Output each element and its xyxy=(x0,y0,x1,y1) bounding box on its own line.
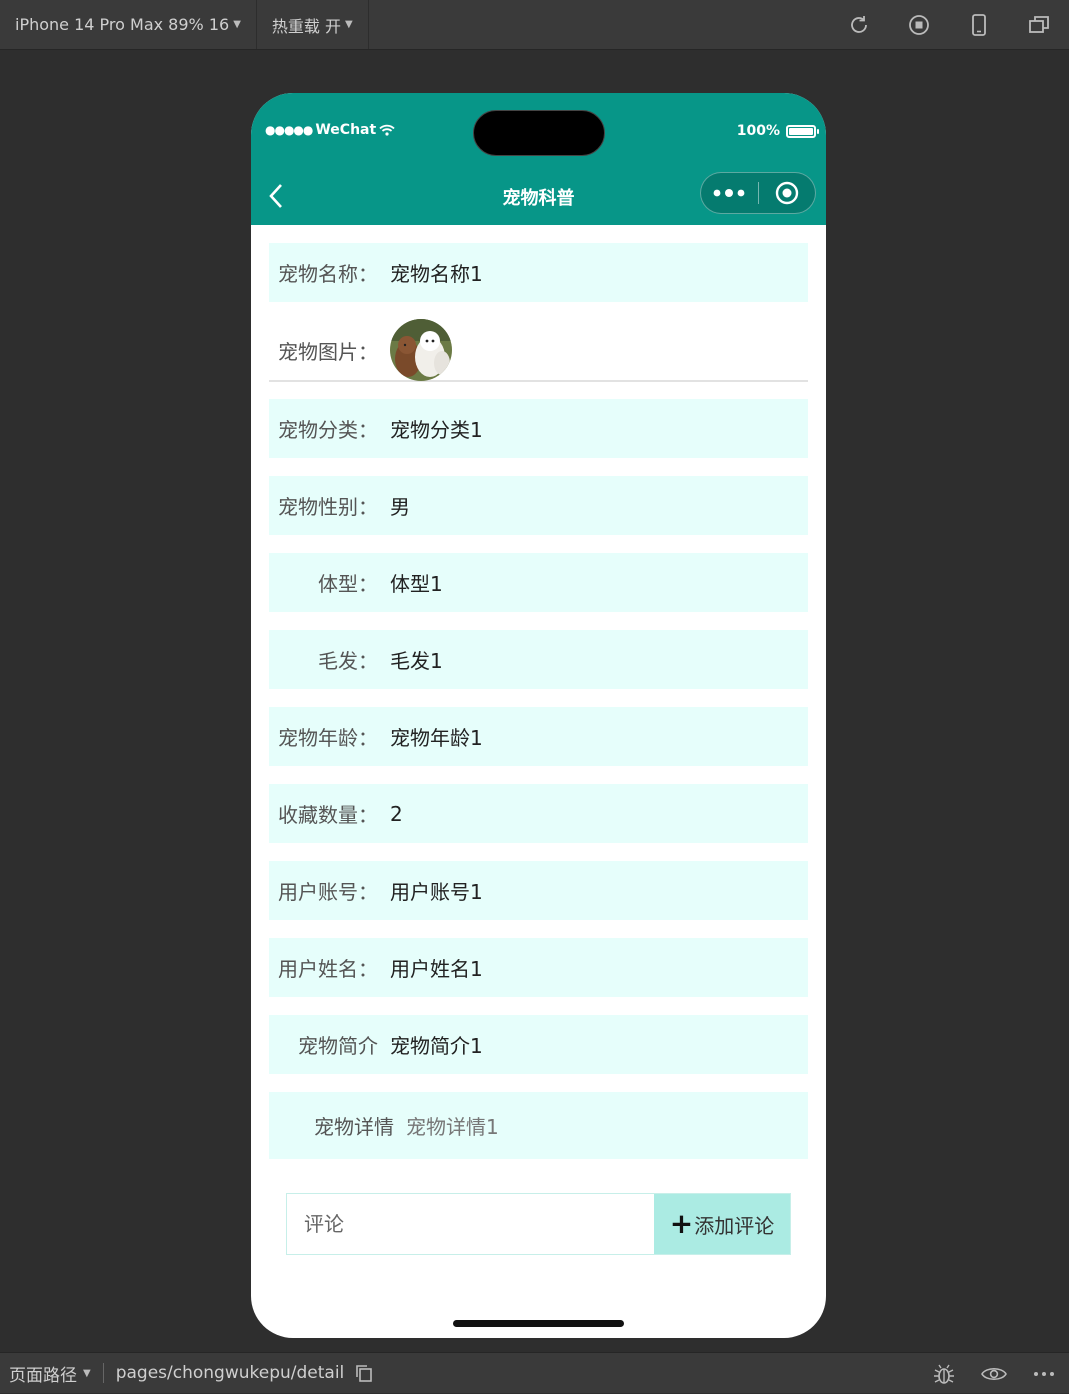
hot-reload-selector[interactable]: 热重载 开 ▼ xyxy=(257,0,369,49)
refresh-icon[interactable] xyxy=(829,0,889,50)
field-row-pet-image: 宠物图片： xyxy=(269,319,808,382)
carrier: ●●●●● WeChat xyxy=(265,122,395,138)
field-label: 宠物简介 xyxy=(298,1034,378,1058)
battery-icon xyxy=(786,124,819,138)
field-value: 体型1 xyxy=(390,572,443,596)
field-row-user-account: 用户账号： 用户账号1 xyxy=(269,861,808,920)
page-path-value: pages/chongwukepu/detail xyxy=(115,1363,345,1383)
field-value: 宠物分类1 xyxy=(390,418,483,442)
ide-toolbar: iPhone 14 Pro Max 89% 16 ▼ 热重载 开 ▼ xyxy=(0,0,1069,50)
field-row-favorite-count: 收藏数量： 2 xyxy=(269,784,808,843)
field-value: 毛发1 xyxy=(390,649,443,673)
device-label: iPhone 14 Pro Max 89% 16 xyxy=(15,15,230,34)
pet-dogs-image xyxy=(390,319,452,381)
device-selector[interactable]: iPhone 14 Pro Max 89% 16 ▼ xyxy=(0,0,257,49)
window-icon[interactable] xyxy=(1009,0,1069,50)
field-row-pet-gender: 宠物性别： 男 xyxy=(269,476,808,535)
field-label: 宠物年龄： xyxy=(278,726,378,750)
capsule-menu xyxy=(700,172,816,214)
field-value: 宠物简介1 xyxy=(390,1034,483,1058)
eye-icon[interactable] xyxy=(969,1365,1019,1383)
page-path-label: 页面路径 xyxy=(9,1365,77,1386)
home-indicator xyxy=(453,1320,624,1327)
copy-icon[interactable] xyxy=(354,1363,374,1383)
field-label: 宠物分类： xyxy=(278,418,378,442)
field-label: 宠物详情 xyxy=(314,1115,394,1139)
field-value: 宠物年龄1 xyxy=(390,726,483,750)
status-bar: ●●●●● WeChat 100% xyxy=(251,93,826,167)
field-value: 男 xyxy=(390,495,410,519)
add-comment-button[interactable]: + 添加评论 xyxy=(654,1194,790,1254)
field-value: 宠物详情1 xyxy=(406,1115,499,1139)
field-value: 宠物名称1 xyxy=(390,262,483,286)
field-label: 体型： xyxy=(318,572,378,596)
field-row-pet-detail: 宠物详情 宠物详情1 xyxy=(269,1092,808,1159)
more-dots-icon xyxy=(713,189,745,197)
debug-bug-icon[interactable] xyxy=(919,1362,969,1386)
battery-label: 100% xyxy=(736,123,780,139)
stop-icon[interactable] xyxy=(889,0,949,50)
field-row-pet-age: 宠物年龄： 宠物年龄1 xyxy=(269,707,808,766)
detail-content: 宠物名称： 宠物名称1 宠物图片： 宠物分类： 宠物分类1 宠物性别： 男 体型… xyxy=(251,225,826,1338)
dynamic-island xyxy=(473,110,605,156)
divider xyxy=(102,1363,104,1383)
ide-bottom-bar: 页面路径 ▼ pages/chongwukepu/detail xyxy=(0,1352,1069,1393)
more-options-icon[interactable] xyxy=(1019,1371,1069,1377)
nav-bar: 宠物科普 xyxy=(251,167,826,225)
field-label: 用户姓名： xyxy=(278,957,378,981)
signal-dots-icon: ●●●●● xyxy=(265,123,313,137)
hot-reload-label: 热重载 开 xyxy=(271,16,341,36)
field-label: 宠物名称： xyxy=(278,262,378,286)
plus-icon: + xyxy=(669,1207,694,1240)
page-path-selector[interactable]: 页面路径 ▼ xyxy=(0,1361,91,1386)
pet-avatar[interactable] xyxy=(390,319,452,381)
field-row-fur: 毛发： 毛发1 xyxy=(269,630,808,689)
more-button[interactable] xyxy=(701,173,758,213)
comment-bar: + 添加评论 xyxy=(286,1193,791,1255)
field-row-pet-name: 宠物名称： 宠物名称1 xyxy=(269,243,808,302)
field-row-body-type: 体型： 体型1 xyxy=(269,553,808,612)
phone-simulator: ●●●●● WeChat 100% 宠物科普 宠物名称： 宠物名称1 宠物图片：… xyxy=(251,93,826,1338)
caret-down-icon: ▼ xyxy=(233,19,241,30)
field-label: 毛发： xyxy=(318,649,378,673)
target-icon xyxy=(775,181,798,205)
field-value: 2 xyxy=(390,801,403,826)
battery: 100% xyxy=(736,123,819,139)
field-label: 宠物图片： xyxy=(278,339,378,364)
field-value: 用户账号1 xyxy=(390,880,483,904)
field-value: 用户姓名1 xyxy=(390,957,483,981)
field-row-user-name: 用户姓名： 用户姓名1 xyxy=(269,938,808,997)
caret-down-icon: ▼ xyxy=(344,19,353,30)
field-row-pet-category: 宠物分类： 宠物分类1 xyxy=(269,399,808,458)
field-row-pet-intro: 宠物简介 宠物简介1 xyxy=(269,1015,808,1074)
carrier-label: WeChat xyxy=(315,122,377,138)
add-comment-label: 添加评论 xyxy=(694,1213,775,1238)
caret-down-icon: ▼ xyxy=(83,1367,91,1379)
field-label: 收藏数量： xyxy=(278,803,378,827)
close-miniprogram-button[interactable] xyxy=(759,173,816,213)
phone-icon[interactable] xyxy=(949,0,1009,50)
field-label: 用户账号： xyxy=(278,880,378,904)
wifi-icon xyxy=(379,124,395,136)
field-label: 宠物性别： xyxy=(278,495,378,519)
comment-input[interactable] xyxy=(287,1194,654,1254)
